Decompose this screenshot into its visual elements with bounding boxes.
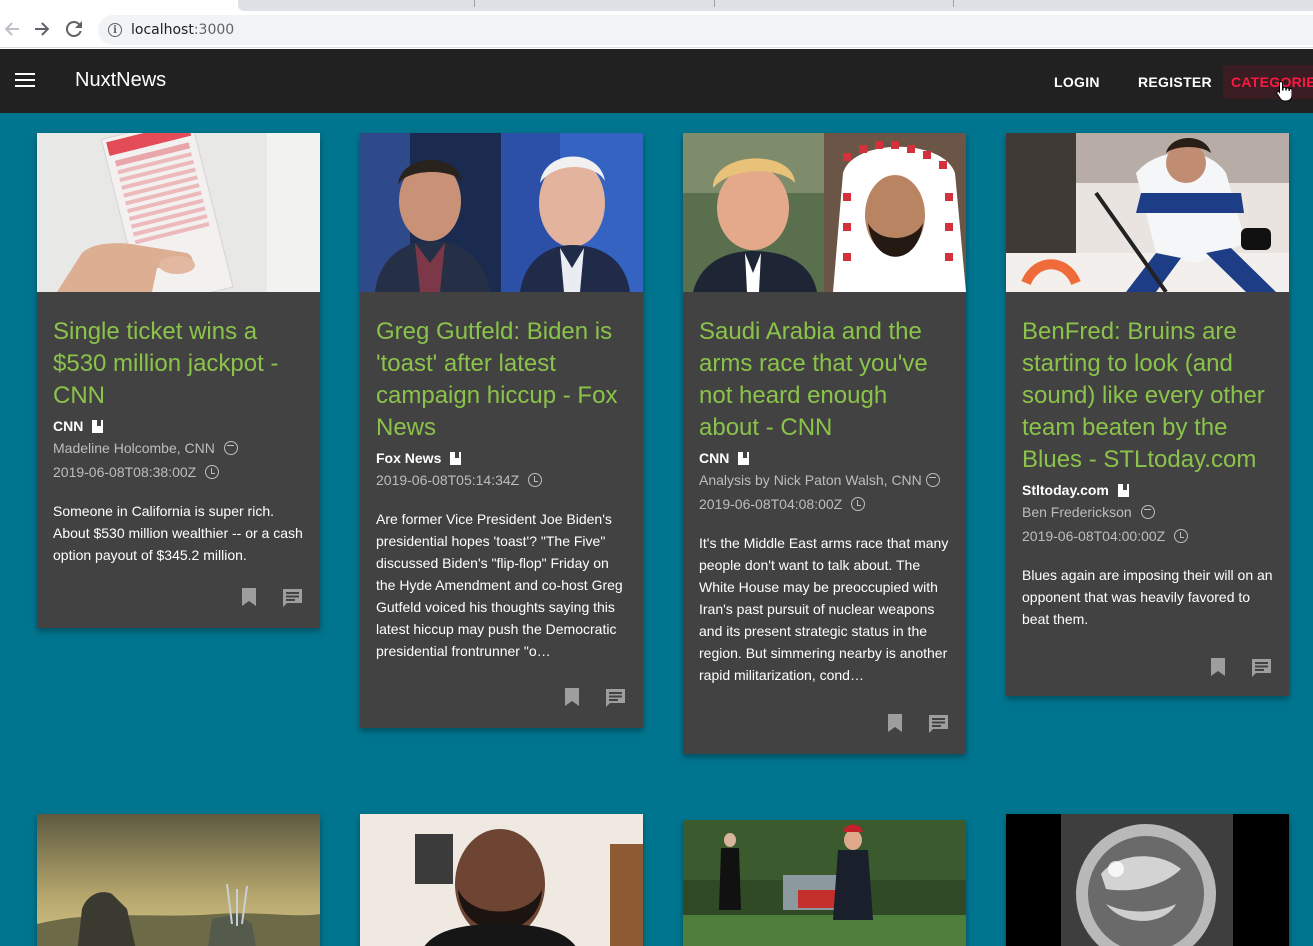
article-title[interactable]: Single ticket wins a $530 million jackpo… [53, 316, 304, 412]
article-image[interactable] [37, 814, 320, 946]
article-source: CNN [53, 416, 304, 436]
article-card[interactable] [360, 814, 643, 946]
bookmark-source-icon [738, 451, 750, 465]
tab-separator [474, 0, 475, 7]
article-card[interactable]: Greg Gutfeld: Biden is 'toast' after lat… [360, 133, 643, 728]
article-description: Someone in California is super rich. Abo… [53, 503, 303, 563]
article-title[interactable]: BenFred: Bruins are starting to look (an… [1022, 316, 1273, 476]
article-source: Fox News [376, 448, 627, 468]
categories-button[interactable]: CATEGORIES [1223, 65, 1313, 99]
article-title[interactable]: Greg Gutfeld: Biden is 'toast' after lat… [376, 316, 627, 444]
article-author: Madeline Holcombe, CNN [53, 436, 304, 460]
address-bar[interactable]: i localhost:3000 [98, 15, 1313, 45]
face-icon [925, 473, 940, 487]
article-image[interactable] [37, 133, 320, 292]
app-toolbar: NuxtNews LOGIN REGISTER CATEGORIES [0, 49, 1313, 113]
bookmark-source-icon [1117, 483, 1129, 497]
article-title[interactable]: Saudi Arabia and the arms race that you'… [699, 316, 950, 444]
article-image[interactable] [683, 820, 966, 946]
article-date: 2019-06-08T08:38:00Z [53, 460, 304, 484]
comment-icon[interactable] [928, 714, 949, 733]
card-actions [1006, 630, 1289, 696]
bookmark-icon[interactable] [888, 714, 902, 732]
bookmark-icon[interactable] [1211, 658, 1225, 676]
alarm-clock-icon [851, 497, 866, 511]
article-image[interactable] [1006, 133, 1289, 292]
browser-tabs[interactable] [238, 0, 1313, 11]
forward-arrow-icon[interactable] [30, 17, 54, 41]
article-author: Ben Frederickson [1022, 500, 1273, 524]
article-image[interactable] [360, 133, 643, 292]
comment-icon[interactable] [1251, 658, 1272, 677]
browser-tab-strip [0, 0, 1313, 12]
face-icon [223, 441, 238, 455]
bookmark-source-icon [450, 451, 462, 465]
alarm-clock-icon [528, 473, 543, 487]
article-date: 2019-06-08T04:00:00Z [1022, 524, 1273, 548]
article-card[interactable] [1006, 814, 1289, 946]
register-button[interactable]: REGISTER [1130, 65, 1220, 99]
article-source: CNN [699, 448, 950, 468]
news-feed: Single ticket wins a $530 million jackpo… [0, 113, 1313, 946]
article-card[interactable] [683, 820, 966, 946]
article-description: It's the Middle East arms race that many… [699, 535, 949, 683]
comment-icon[interactable] [282, 588, 303, 607]
article-card[interactable]: Saudi Arabia and the arms race that you'… [683, 133, 966, 754]
article-date: 2019-06-08T04:08:00Z [699, 492, 950, 516]
info-icon[interactable]: i [108, 23, 122, 37]
bookmark-source-icon [92, 419, 104, 433]
card-actions [37, 566, 320, 628]
back-arrow-icon[interactable] [0, 17, 24, 41]
article-author: Analysis by Nick Paton Walsh, CNN [699, 468, 950, 492]
article-card[interactable]: BenFred: Bruins are starting to look (an… [1006, 133, 1289, 696]
article-image[interactable] [1006, 814, 1289, 946]
article-date: 2019-06-08T05:14:34Z [376, 468, 627, 492]
browser-toolbar: i localhost:3000 [0, 12, 1313, 48]
url-text: localhost:3000 [131, 22, 235, 38]
card-actions [360, 662, 643, 728]
bookmark-icon[interactable] [565, 688, 579, 706]
login-button[interactable]: LOGIN [1046, 65, 1108, 99]
alarm-clock-icon [1174, 529, 1189, 543]
article-image[interactable] [683, 133, 966, 292]
article-image[interactable] [360, 814, 643, 946]
article-description: Blues again are imposing their will on a… [1022, 567, 1273, 627]
tab-separator [953, 0, 954, 7]
face-icon [1140, 505, 1155, 519]
comment-icon[interactable] [605, 688, 626, 707]
article-card[interactable] [37, 814, 320, 946]
hand-cursor-icon [1276, 80, 1292, 102]
article-source: Stltoday.com [1022, 480, 1273, 500]
tab-separator [714, 0, 715, 7]
app-title[interactable]: NuxtNews [75, 69, 166, 92]
reload-icon[interactable] [62, 17, 86, 41]
card-actions [683, 686, 966, 754]
article-card[interactable]: Single ticket wins a $530 million jackpo… [37, 133, 320, 628]
bookmark-icon[interactable] [242, 588, 256, 606]
alarm-clock-icon [205, 465, 220, 479]
menu-icon[interactable] [15, 73, 35, 89]
article-description: Are former Vice President Joe Biden's pr… [376, 511, 623, 659]
